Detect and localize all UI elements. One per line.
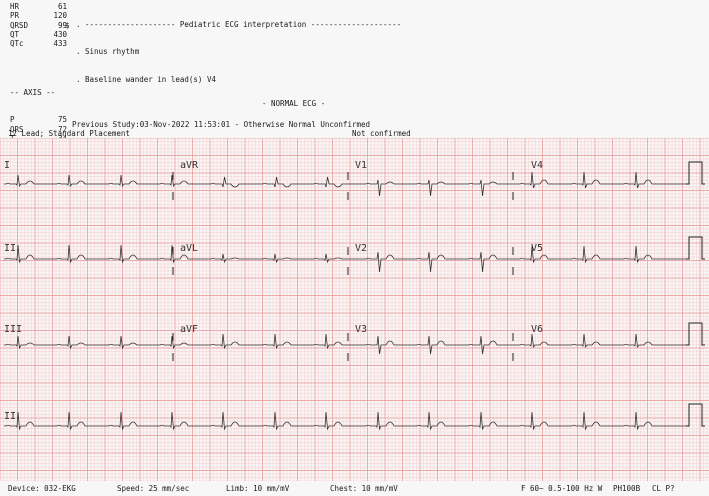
chest-gain-label: Chest: 10 mm/mV — [330, 484, 398, 493]
measurement-value: 61 — [57, 2, 67, 11]
measurement-label: PR — [10, 11, 20, 21]
previous-study-line: Previous Study:03-Nov-2022 11:53:01 - Ot… — [72, 120, 371, 129]
lead-label: aVL — [180, 243, 198, 254]
cl-label: CL P? — [652, 484, 675, 493]
lead-label: aVR — [180, 160, 199, 171]
limb-gain-label: Limb: 10 mm/mV — [226, 484, 290, 493]
speed-label: Speed: 25 mm/sec — [117, 484, 190, 493]
measurement-row: QRSD 99 — [10, 21, 67, 30]
normal-ecg-label: - NORMAL ECG - — [262, 99, 326, 108]
interpretation-line-1: . Sinus rhythm — [76, 47, 140, 57]
measurements-block: HR 61 PR 120 QRSD 99 QT 430 QTc 433 — [10, 2, 67, 48]
axis-title: -- AXIS -- — [10, 88, 56, 97]
measurement-value: 120 — [53, 11, 67, 21]
measurement-label: QRSD — [10, 20, 29, 30]
measurement-row: QTc 433 — [10, 39, 67, 48]
lead-label: V5 — [531, 243, 543, 254]
lead-label: I — [4, 160, 10, 171]
lead-label: aVF — [180, 324, 198, 335]
confirmation-status: Not confirmed — [352, 129, 411, 138]
interpretation-title: . -------------------- Pediatric ECG int… — [76, 20, 402, 29]
measurement-row: HR 61 — [10, 2, 67, 11]
lead-label: V4 — [531, 160, 543, 171]
measurement-label: QTc — [10, 39, 24, 49]
measurement-row: QT 430 — [10, 30, 67, 39]
interpretation-flag: $ — [65, 21, 70, 30]
footer-bar: Device: 032-EKG Speed: 25 mm/sec Limb: 1… — [0, 482, 709, 496]
axis-label: P — [10, 115, 15, 125]
device-label: Device: 032-EKG — [8, 484, 76, 493]
ecg-grid: IaVR V1 V4 II aVL V2 V5 III aVF V3 V6 II — [0, 138, 709, 481]
lead-placement-label: 12 Lead; Standard Placement — [8, 129, 130, 138]
lead-label: II — [4, 411, 16, 422]
lead-label: V6 — [531, 324, 543, 335]
axis-value: 75 — [57, 115, 67, 125]
lead-label: V3 — [355, 324, 367, 335]
measurement-label: QT — [10, 29, 20, 39]
lead-label: V1 — [355, 160, 367, 171]
measurement-label: HR — [10, 2, 20, 11]
measurement-value: 430 — [53, 29, 67, 39]
measurement-row: PR 120 — [10, 11, 67, 20]
model-label: PH100B — [613, 484, 641, 493]
measurement-value: 433 — [53, 39, 67, 49]
lead-label: II — [4, 243, 16, 254]
interpretation-line-2: . Baseline wander in lead(s) V4 — [76, 74, 216, 84]
filter-label: F 60~ 0.5-100 Hz W — [521, 484, 603, 493]
measurement-value: 99 — [57, 20, 67, 30]
axis-row: P 75 — [10, 115, 67, 124]
lead-label: III — [4, 324, 22, 335]
lead-label: V2 — [355, 243, 367, 254]
interpretation-block: . -------------------- Pediatric ECG int… — [76, 2, 401, 93]
